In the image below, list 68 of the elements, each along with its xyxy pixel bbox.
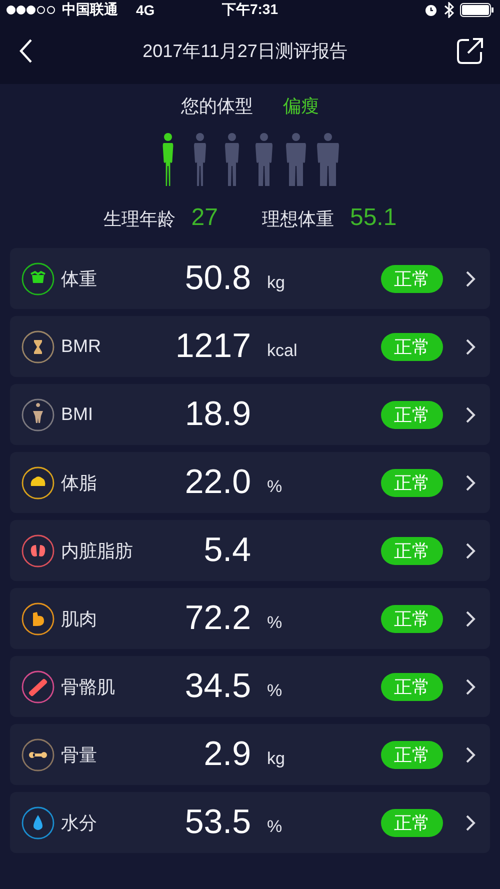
stat-value: 55.1 [350, 204, 397, 232]
carrier-name: 中国联通 [62, 1, 118, 19]
chevron-right-icon [464, 338, 476, 356]
metric-value: 72.2 [184, 599, 251, 638]
clock-time: 下午7:31 [222, 1, 278, 19]
metric-card[interactable]: BMI 18.9 正常 [10, 384, 490, 445]
chevron-right-icon [464, 610, 476, 628]
metric-card[interactable]: 骨量 2.9 kg 正常 [10, 724, 490, 785]
chevron-right-icon [464, 678, 476, 696]
metric-unit: % [267, 816, 284, 836]
metric-name: 体重 [61, 268, 98, 290]
status-badge: 正常 [381, 604, 443, 632]
back-icon[interactable] [18, 38, 34, 64]
body-type-label: 您的体型 [181, 95, 253, 118]
metric-value: 22.0 [184, 463, 251, 502]
battery-icon [460, 3, 494, 17]
metric-unit: kcal [267, 340, 298, 360]
metric-name: 体脂 [61, 472, 98, 494]
metric-value: 53.5 [184, 803, 251, 842]
alarm-icon [424, 3, 438, 17]
metric-name: 骨骼肌 [61, 676, 116, 698]
metric-card[interactable]: 骨骼肌 34.5 % 正常 [10, 656, 490, 717]
metric-name: BMR [61, 336, 102, 357]
metric-card[interactable]: 水分 53.5 % 正常 [10, 792, 490, 853]
metric-value: 1217 [174, 327, 251, 366]
chevron-right-icon [464, 270, 476, 288]
signal-icon [6, 5, 56, 15]
stat-value: 27 [191, 204, 218, 232]
status-badge: 正常 [381, 264, 443, 292]
metric-name: 内脏脂肪 [61, 540, 134, 562]
metric-unit: kg [267, 272, 286, 292]
metric-name: 肌肉 [61, 608, 98, 630]
metric-name: 骨量 [61, 744, 98, 766]
metric-card[interactable]: 体脂 22.0 % 正常 [10, 452, 490, 513]
chevron-right-icon [464, 814, 476, 832]
metric-unit: % [267, 476, 284, 496]
status-badge: 正常 [381, 400, 443, 428]
metric-value: 5.4 [202, 531, 251, 570]
share-icon[interactable] [456, 37, 484, 65]
chevron-right-icon [464, 474, 476, 492]
chevron-right-icon [464, 746, 476, 764]
network-type: 4G [136, 2, 155, 18]
stat-label: 生理年龄 [103, 208, 176, 231]
chevron-right-icon [464, 406, 476, 424]
metric-unit: % [267, 680, 284, 700]
metric-card[interactable]: 内脏脂肪 5.4 正常 [10, 520, 490, 581]
status-badge: 正常 [381, 672, 443, 700]
page-title: 2017年11月27日测评报告 [142, 40, 348, 63]
status-badge: 正常 [381, 740, 443, 768]
metric-value: 50.8 [184, 259, 251, 298]
metric-card[interactable]: 肌肉 72.2 % 正常 [10, 588, 490, 649]
metric-card[interactable]: BMR 1217 kcal 正常 [10, 316, 490, 377]
stat-label: 理想体重 [262, 208, 334, 231]
metric-unit: % [267, 612, 284, 632]
body-type-value: 偏瘦 [283, 95, 319, 118]
bluetooth-icon [444, 2, 454, 18]
status-badge: 正常 [381, 332, 443, 360]
status-badge: 正常 [381, 536, 443, 564]
metric-value: 2.9 [202, 735, 251, 774]
status-badge: 正常 [381, 808, 443, 836]
metric-unit: kg [267, 748, 286, 768]
metric-name: 水分 [61, 812, 98, 834]
chevron-right-icon [464, 542, 476, 560]
metric-card[interactable]: 体重 50.8 kg 正常 [10, 248, 490, 309]
metric-name: BMI [61, 404, 94, 425]
metric-value: 18.9 [184, 395, 251, 434]
metric-value: 34.5 [184, 667, 251, 706]
status-badge: 正常 [381, 468, 443, 496]
